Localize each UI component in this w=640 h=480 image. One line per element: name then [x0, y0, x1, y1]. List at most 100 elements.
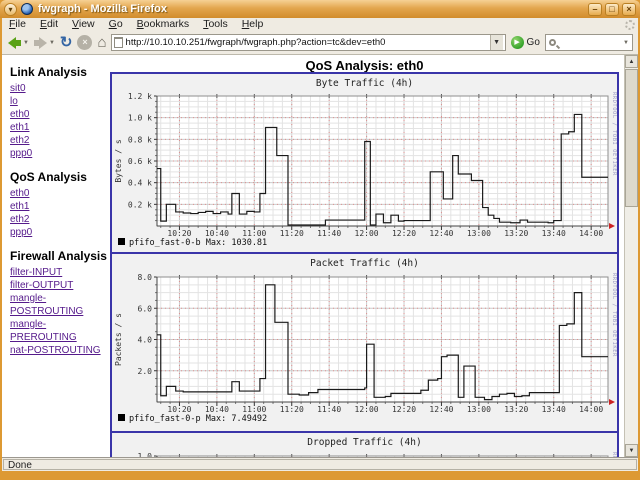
svg-text:11:00: 11:00: [242, 229, 266, 238]
svg-text:1.2 k: 1.2 k: [128, 92, 152, 101]
menu-go[interactable]: Go: [102, 18, 130, 31]
menu-help[interactable]: Help: [235, 18, 271, 31]
status-text: Done: [3, 459, 637, 471]
sidebar-link-lo[interactable]: lo: [10, 95, 110, 108]
sidebar-link-ppp0[interactable]: ppp0: [10, 147, 110, 160]
svg-text:12:00: 12:00: [355, 229, 379, 238]
sidebar-link-eth2[interactable]: eth2: [10, 213, 110, 226]
svg-text:13:40: 13:40: [542, 405, 566, 414]
svg-text:11:20: 11:20: [280, 405, 304, 414]
svg-text:pfifo_fast-0-p Max: 7.49492: pfifo_fast-0-p Max: 7.49492: [129, 414, 267, 424]
home-button[interactable]: ⌂: [96, 33, 107, 53]
svg-text:0.6 k: 0.6 k: [128, 157, 152, 166]
sidebar-link-filter-output[interactable]: filter-OUTPUT: [10, 279, 110, 292]
sidebar-link-mangle-prerouting[interactable]: mangle-PREROUTING: [10, 318, 110, 344]
svg-text:0.4 k: 0.4 k: [128, 179, 152, 188]
maximize-button[interactable]: □: [605, 2, 619, 16]
page-title: QoS Analysis: eth0: [305, 58, 424, 73]
sidebar-link-mangle-postrouting[interactable]: mangle-POSTROUTING: [10, 292, 110, 318]
go-label: Go: [526, 37, 540, 48]
svg-text:11:40: 11:40: [317, 229, 341, 238]
sidebar-link-eth1[interactable]: eth1: [10, 121, 110, 134]
scroll-up-button[interactable]: ▲: [625, 55, 638, 68]
svg-text:0.8 k: 0.8 k: [128, 135, 152, 144]
back-arrow-icon: [8, 36, 16, 49]
svg-text:13:00: 13:00: [467, 405, 491, 414]
svg-text:2.0: 2.0: [138, 367, 153, 376]
back-dropdown-icon[interactable]: ▼: [23, 40, 29, 46]
reload-button[interactable]: ↻: [59, 33, 74, 53]
menu-file[interactable]: File: [2, 18, 33, 31]
menu-bar: File Edit View Go Bookmarks Tools Help: [2, 18, 638, 31]
svg-text:12:40: 12:40: [429, 405, 453, 414]
status-bar: Done: [2, 457, 638, 471]
menu-edit[interactable]: Edit: [33, 18, 65, 31]
back-button[interactable]: ▼: [7, 33, 30, 53]
vertical-scrollbar[interactable]: ▲ ▼: [624, 55, 638, 457]
svg-text:pfifo_fast-0-b Max: 1030.81: pfifo_fast-0-b Max: 1030.81: [129, 238, 267, 248]
go-button[interactable]: ▶ Go: [509, 36, 542, 49]
menu-bookmarks[interactable]: Bookmarks: [130, 18, 197, 31]
forward-dropdown-icon[interactable]: ▼: [49, 40, 55, 46]
svg-text:Bytes / s: Bytes / s: [114, 139, 123, 183]
svg-text:14:00: 14:00: [579, 229, 603, 238]
packet-traffic-graph: 2.0 4.0 6.0 8.0 10:20 10:40 11:00 11:20 11:40 12:…: [110, 252, 619, 433]
page-icon: [113, 37, 123, 48]
svg-text:10:20: 10:20: [167, 405, 191, 414]
url-dropdown-button[interactable]: ▼: [489, 35, 503, 50]
forward-button[interactable]: ▼: [33, 33, 56, 53]
page-content: Link Analysis sit0 lo eth0 eth1 eth2 ppp0 QoS A…: [2, 55, 638, 457]
svg-text:13:20: 13:20: [504, 405, 528, 414]
svg-text:12:20: 12:20: [392, 405, 416, 414]
url-bar[interactable]: ▼: [110, 34, 506, 51]
sidebar-link-eth0[interactable]: eth0: [10, 187, 110, 200]
title-bar[interactable]: ▾ fwgraph - Mozilla Firefox – □ ×: [0, 0, 640, 18]
search-input[interactable]: [557, 37, 620, 48]
svg-text:13:00: 13:00: [467, 229, 491, 238]
svg-text:13:20: 13:20: [504, 229, 528, 238]
svg-text:10:40: 10:40: [205, 405, 229, 414]
sidebar-link-eth1[interactable]: eth1: [10, 200, 110, 213]
svg-text:11:20: 11:20: [280, 229, 304, 238]
close-button[interactable]: ×: [622, 2, 636, 16]
section-title: Link Analysis: [10, 65, 87, 79]
search-box[interactable]: ▼: [544, 34, 633, 51]
stop-button[interactable]: ×: [76, 33, 93, 53]
sidebar-link-eth2[interactable]: eth2: [10, 134, 110, 147]
sidebar-link-nat-postrouting[interactable]: nat-POSTROUTING: [10, 344, 110, 357]
svg-text:Packets / s: Packets / s: [114, 313, 123, 366]
svg-text:RRDTOOL / TOBI OETIKER: RRDTOOL / TOBI OETIKER: [611, 92, 617, 176]
reload-icon: ↻: [59, 33, 73, 51]
menu-tools[interactable]: Tools: [196, 18, 235, 31]
svg-text:8.0: 8.0: [138, 273, 153, 282]
search-dropdown-icon[interactable]: ▼: [623, 40, 629, 46]
navigation-toolbar: ▼ ▼ ↻ × ⌂ ▼ ▶ Go ▼: [2, 31, 638, 55]
home-icon: ⌂: [97, 33, 107, 51]
svg-text:10:20: 10:20: [167, 229, 191, 238]
menu-view[interactable]: View: [65, 18, 102, 31]
search-icon: [548, 39, 556, 46]
window-menu-button[interactable]: ▾: [4, 2, 17, 16]
sidebar-link-filter-input[interactable]: filter-INPUT: [10, 266, 110, 279]
svg-text:RRDTOOL / TOBI OETIKER: RRDTOOL / TOBI OETIKER: [611, 273, 617, 357]
go-icon: ▶: [510, 36, 524, 49]
svg-text:12:20: 12:20: [392, 229, 416, 238]
sidebar-link-eth0[interactable]: eth0: [10, 108, 110, 121]
stop-icon: ×: [77, 35, 93, 50]
svg-text:6.0: 6.0: [138, 304, 153, 313]
scrollbar-thumb[interactable]: [625, 69, 638, 207]
url-input[interactable]: [125, 37, 490, 48]
svg-text:Packet Traffic (4h): Packet Traffic (4h): [310, 258, 419, 269]
svg-text:4.0: 4.0: [138, 336, 153, 345]
sidebar-link-sit0[interactable]: sit0: [10, 82, 110, 95]
throbber-icon: [625, 19, 635, 30]
scroll-down-button[interactable]: ▼: [625, 444, 638, 457]
byte-traffic-graph: 0.2 k 0.4 k 0.6 k 0.8 k 1.0 k 1.2 k 10:20 10:40…: [110, 72, 619, 257]
sidebar-link-ppp0[interactable]: ppp0: [10, 226, 110, 239]
minimize-button[interactable]: –: [588, 2, 602, 16]
sidebar-nav: Link Analysis sit0 lo eth0 eth1 eth2 ppp0 QoS A…: [2, 55, 110, 357]
svg-text:Dropped Traffic (4h): Dropped Traffic (4h): [307, 437, 421, 448]
svg-text:13:40: 13:40: [542, 229, 566, 238]
svg-text:10:40: 10:40: [205, 229, 229, 238]
svg-text:0.2 k: 0.2 k: [128, 200, 152, 209]
